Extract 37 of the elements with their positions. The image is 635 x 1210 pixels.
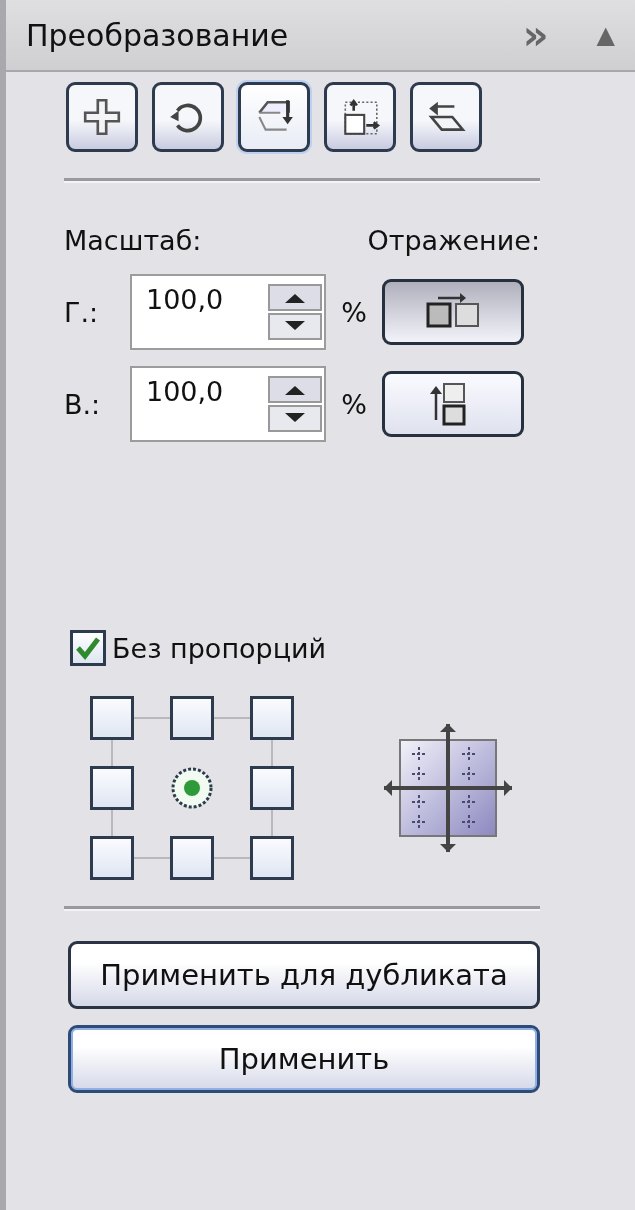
position-tab[interactable] [66,82,138,152]
anchor-square[interactable] [170,836,214,880]
spin-up-icon[interactable] [268,284,322,311]
percent-label: % [340,388,368,420]
anchor-square[interactable] [250,766,294,810]
anchor-square[interactable] [250,696,294,740]
collapse-button[interactable]: ▲ [596,21,615,49]
size-tab[interactable] [324,82,396,152]
anchor-square[interactable] [90,836,134,880]
skew-tab[interactable] [410,82,482,152]
anchor-square[interactable] [90,696,134,740]
axis-grid-icon [382,722,514,854]
scale-spin-field[interactable]: 100,0 [130,274,326,350]
spin-down-icon[interactable] [268,405,322,432]
anchor-radio[interactable] [170,766,214,810]
axis-label: В.: [64,388,102,420]
apply-button[interactable]: Применить для дубликата [68,941,540,1009]
anchor-square[interactable] [90,766,134,810]
checkbox[interactable] [70,630,106,666]
panel-title: Преобразование [26,17,290,53]
mirror-label: Отражение: [367,225,540,256]
checkbox-label: Без пропорций [112,632,327,664]
spin-up-icon[interactable] [268,376,322,403]
mirror-button[interactable] [382,371,524,437]
mirror-button[interactable] [382,279,524,345]
more-button[interactable]: » [522,15,549,55]
percent-label: % [340,296,368,328]
mirror-tab[interactable] [238,82,310,152]
rotate-tab[interactable] [152,82,224,152]
scale-spin-field[interactable]: 100,0 [130,366,326,442]
axis-label: Г.: [64,296,100,328]
anchor-square[interactable] [250,836,294,880]
apply-button[interactable]: Применить [68,1025,540,1093]
spin-down-icon[interactable] [268,313,322,340]
position-icon [81,96,123,138]
scale-label: Масштаб: [64,225,202,256]
anchor-square[interactable] [170,696,214,740]
